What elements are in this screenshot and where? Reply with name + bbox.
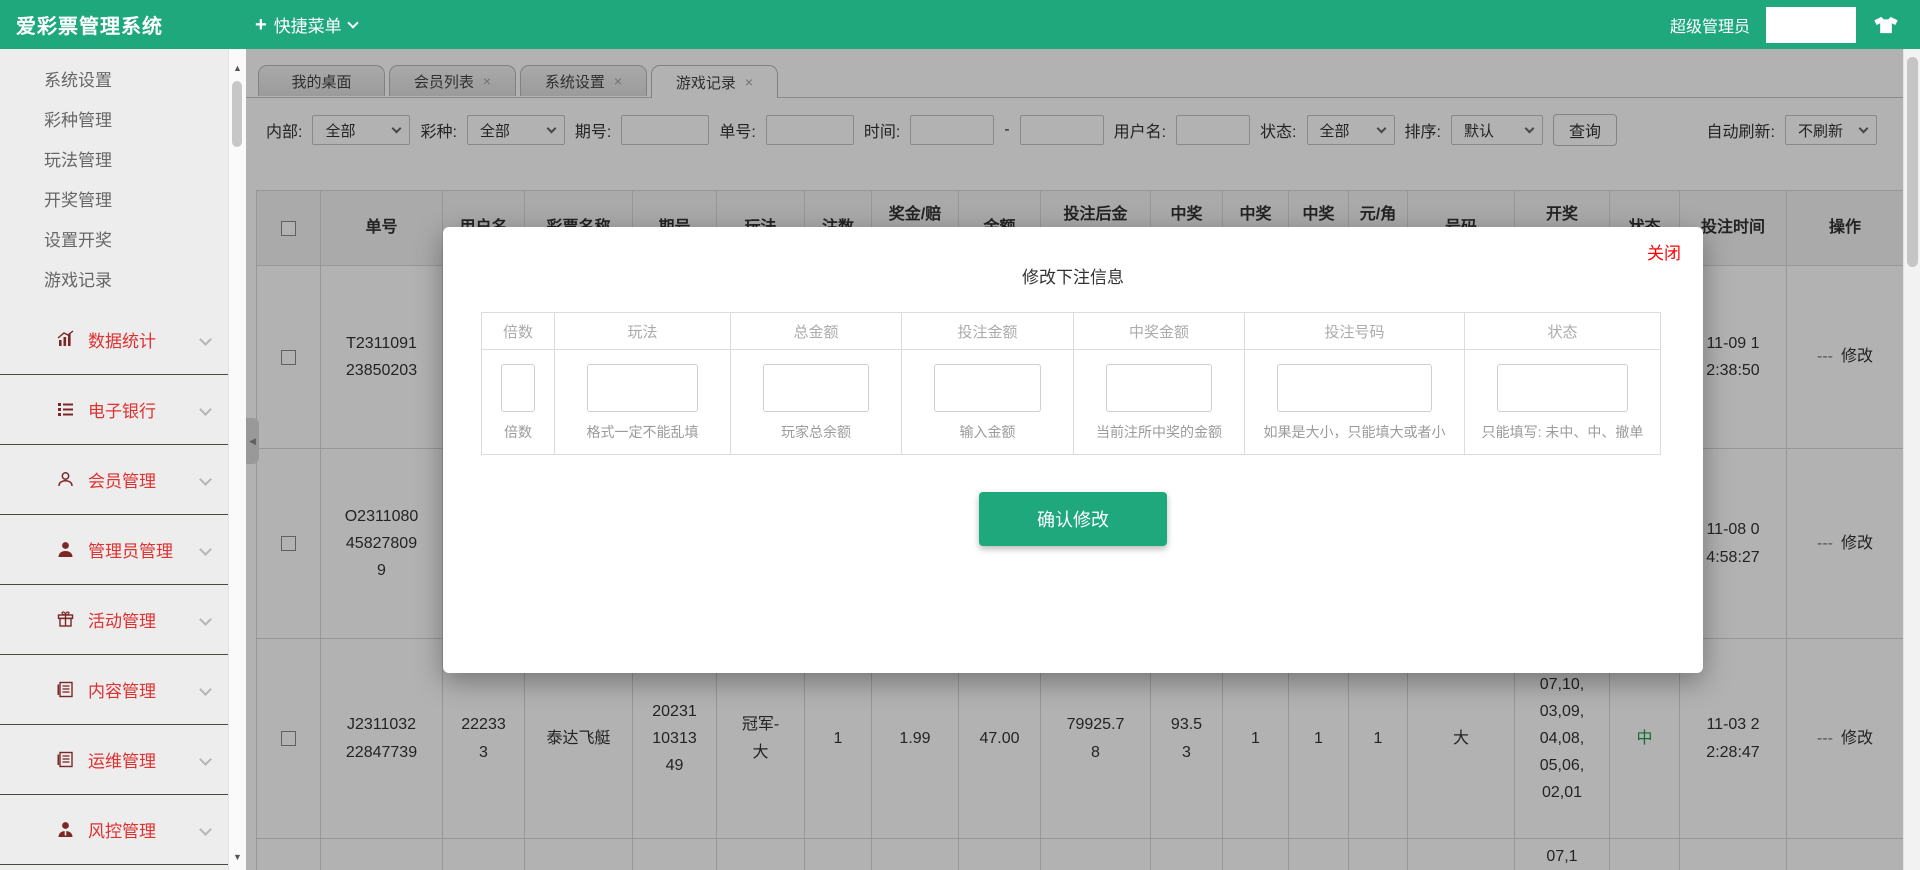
current-role-label: 超级管理员 (1670, 13, 1750, 37)
sidebar-section-e-bank[interactable]: 电子银行 (0, 375, 228, 445)
chevron-down-icon (199, 403, 212, 416)
multiplier-input[interactable] (501, 364, 535, 412)
sidebar-section-label: 电子银行 (88, 397, 156, 422)
bet-amount-hint: 输入金额 (908, 422, 1067, 442)
play-hint: 格式一定不能乱填 (561, 422, 724, 442)
sidebar-section-members[interactable]: 会员管理 (0, 445, 228, 515)
scroll-down-arrow-icon[interactable]: ▼ (229, 852, 246, 862)
modal-col-status: 状态 (1465, 313, 1661, 350)
scroll-up-arrow-icon[interactable]: ▲ (229, 63, 246, 73)
sidebar-section-content[interactable]: 内容管理 (0, 655, 228, 725)
sidebar-section-activities[interactable]: 活动管理 (0, 585, 228, 655)
window-scrollbar-thumb[interactable] (1907, 57, 1918, 267)
chevron-down-icon (199, 333, 212, 346)
bet-numbers-hint: 如果是大小，只能填大或者小 (1251, 422, 1458, 442)
theme-tshirt-icon[interactable] (1872, 15, 1900, 35)
sidebar-item-set-draw[interactable]: 设置开奖 (0, 221, 228, 261)
sidebar-section-ops[interactable]: 运维管理 (0, 725, 228, 795)
sidebar-section-label: 运维管理 (88, 747, 156, 772)
modal-fields-table: 倍数 玩法 总金额 投注金额 中奖金额 投注号码 状态 倍数 (481, 312, 1661, 455)
sidebar: 系统设置 彩种管理 玩法管理 开奖管理 设置开奖 游戏记录 数据统计 (0, 49, 228, 870)
total-amount-hint: 玩家总余额 (737, 422, 895, 442)
quick-menu-label: 快捷菜单 (274, 12, 342, 37)
sidebar-section-label: 内容管理 (88, 677, 156, 702)
sidebar-scrollbar[interactable]: ▲ ▼ (228, 49, 246, 870)
bet-numbers-input[interactable] (1277, 364, 1432, 412)
sidebar-item-game-records[interactable]: 游戏记录 (0, 261, 228, 301)
modal-close-button[interactable]: 关闭 (1647, 239, 1681, 264)
modal-input-row: 倍数 格式一定不能乱填 玩家总余额 输入金额 (482, 350, 1661, 455)
modal-header-row: 倍数 玩法 总金额 投注金额 中奖金额 投注号码 状态 (482, 313, 1661, 350)
bet-amount-input[interactable] (934, 364, 1041, 412)
member-outline-icon (56, 470, 75, 489)
modal-col-win-amount: 中奖金额 (1074, 313, 1245, 350)
sidebar-item-draw-manage[interactable]: 开奖管理 (0, 181, 228, 221)
window-scrollbar[interactable] (1903, 49, 1920, 870)
modal-col-multiplier: 倍数 (482, 313, 555, 350)
screen: 爱彩票管理系统 + 快捷菜单 超级管理员 系统设置 彩种管理 玩法管理 开奖管理… (0, 0, 1920, 870)
win-amount-input[interactable] (1106, 364, 1212, 412)
chevron-down-icon (199, 543, 212, 556)
sidebar-sections: 数据统计 电子银行 会员管理 (0, 305, 228, 865)
chevron-down-icon (199, 473, 212, 486)
ops-doc-icon (56, 750, 75, 769)
sidebar-item-play-manage[interactable]: 玩法管理 (0, 141, 228, 181)
topbar: 爱彩票管理系统 + 快捷菜单 超级管理员 (0, 0, 1920, 49)
avatar-box[interactable] (1766, 7, 1856, 43)
admin-person-icon (56, 540, 75, 559)
sidebar-section-data-stats[interactable]: 数据统计 (0, 305, 228, 375)
numbered-list-icon (56, 400, 75, 419)
modal-col-total-amount: 总金额 (731, 313, 902, 350)
sidebar-scrollbar-thumb[interactable] (232, 81, 242, 147)
app-title: 爱彩票管理系统 (16, 10, 163, 39)
status-input[interactable] (1497, 364, 1628, 412)
sidebar-section-label: 数据统计 (88, 327, 156, 352)
play-input[interactable] (587, 364, 698, 412)
sidebar-submenu: 系统设置 彩种管理 玩法管理 开奖管理 设置开奖 游戏记录 (0, 49, 228, 301)
sidebar-section-label: 会员管理 (88, 467, 156, 492)
topbar-right: 超级管理员 (1670, 7, 1900, 43)
chevron-down-icon (347, 17, 358, 28)
modal-col-bet-numbers: 投注号码 (1245, 313, 1465, 350)
chevron-down-icon (199, 823, 212, 836)
modal-title: 修改下注信息 (443, 263, 1703, 288)
risk-person-icon (56, 820, 75, 839)
gift-icon (56, 610, 75, 629)
sidebar-section-admins[interactable]: 管理员管理 (0, 515, 228, 585)
sidebar-item-system-settings[interactable]: 系统设置 (0, 61, 228, 101)
total-amount-input[interactable] (763, 364, 869, 412)
confirm-edit-button[interactable]: 确认修改 (979, 492, 1167, 546)
sidebar-section-label: 风控管理 (88, 817, 156, 842)
sidebar-section-label: 活动管理 (88, 607, 156, 632)
chevron-down-icon (199, 683, 212, 696)
win-amount-hint: 当前注所中奖的金额 (1080, 422, 1238, 442)
sidebar-item-lottery-type[interactable]: 彩种管理 (0, 101, 228, 141)
chevron-down-icon (199, 613, 212, 626)
sidebar-section-risk[interactable]: 风控管理 (0, 795, 228, 865)
quick-menu-button[interactable]: + 快捷菜单 (255, 12, 357, 37)
bar-chart-icon (56, 330, 75, 349)
status-hint: 只能填写: 未中、中、撤单 (1471, 422, 1654, 442)
chevron-down-icon (199, 753, 212, 766)
modal-col-bet-amount: 投注金额 (902, 313, 1074, 350)
sidebar-section-label: 管理员管理 (88, 537, 173, 562)
plus-icon: + (255, 15, 267, 35)
edit-bet-modal: 关闭 修改下注信息 倍数 玩法 总金额 投注金额 中奖金额 投注号码 状态 (443, 227, 1703, 673)
multiplier-hint: 倍数 (488, 422, 548, 442)
modal-col-play: 玩法 (555, 313, 731, 350)
news-icon (56, 680, 75, 699)
